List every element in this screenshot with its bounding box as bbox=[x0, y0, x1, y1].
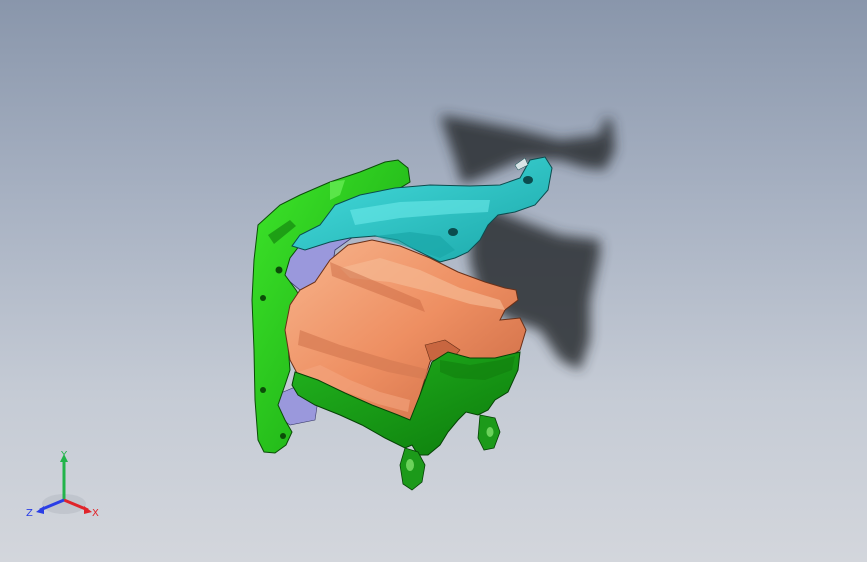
graphics-viewport[interactable]: Y X Z bbox=[0, 0, 867, 562]
coordinate-triad: Y X Z bbox=[26, 450, 99, 519]
y-axis-label: Y bbox=[60, 450, 68, 461]
x-axis-arrow bbox=[84, 506, 92, 514]
x-axis-label: X bbox=[92, 508, 99, 519]
z-axis-arrow bbox=[36, 506, 44, 514]
model-canvas[interactable] bbox=[0, 0, 867, 562]
z-axis-label: Z bbox=[26, 508, 33, 519]
